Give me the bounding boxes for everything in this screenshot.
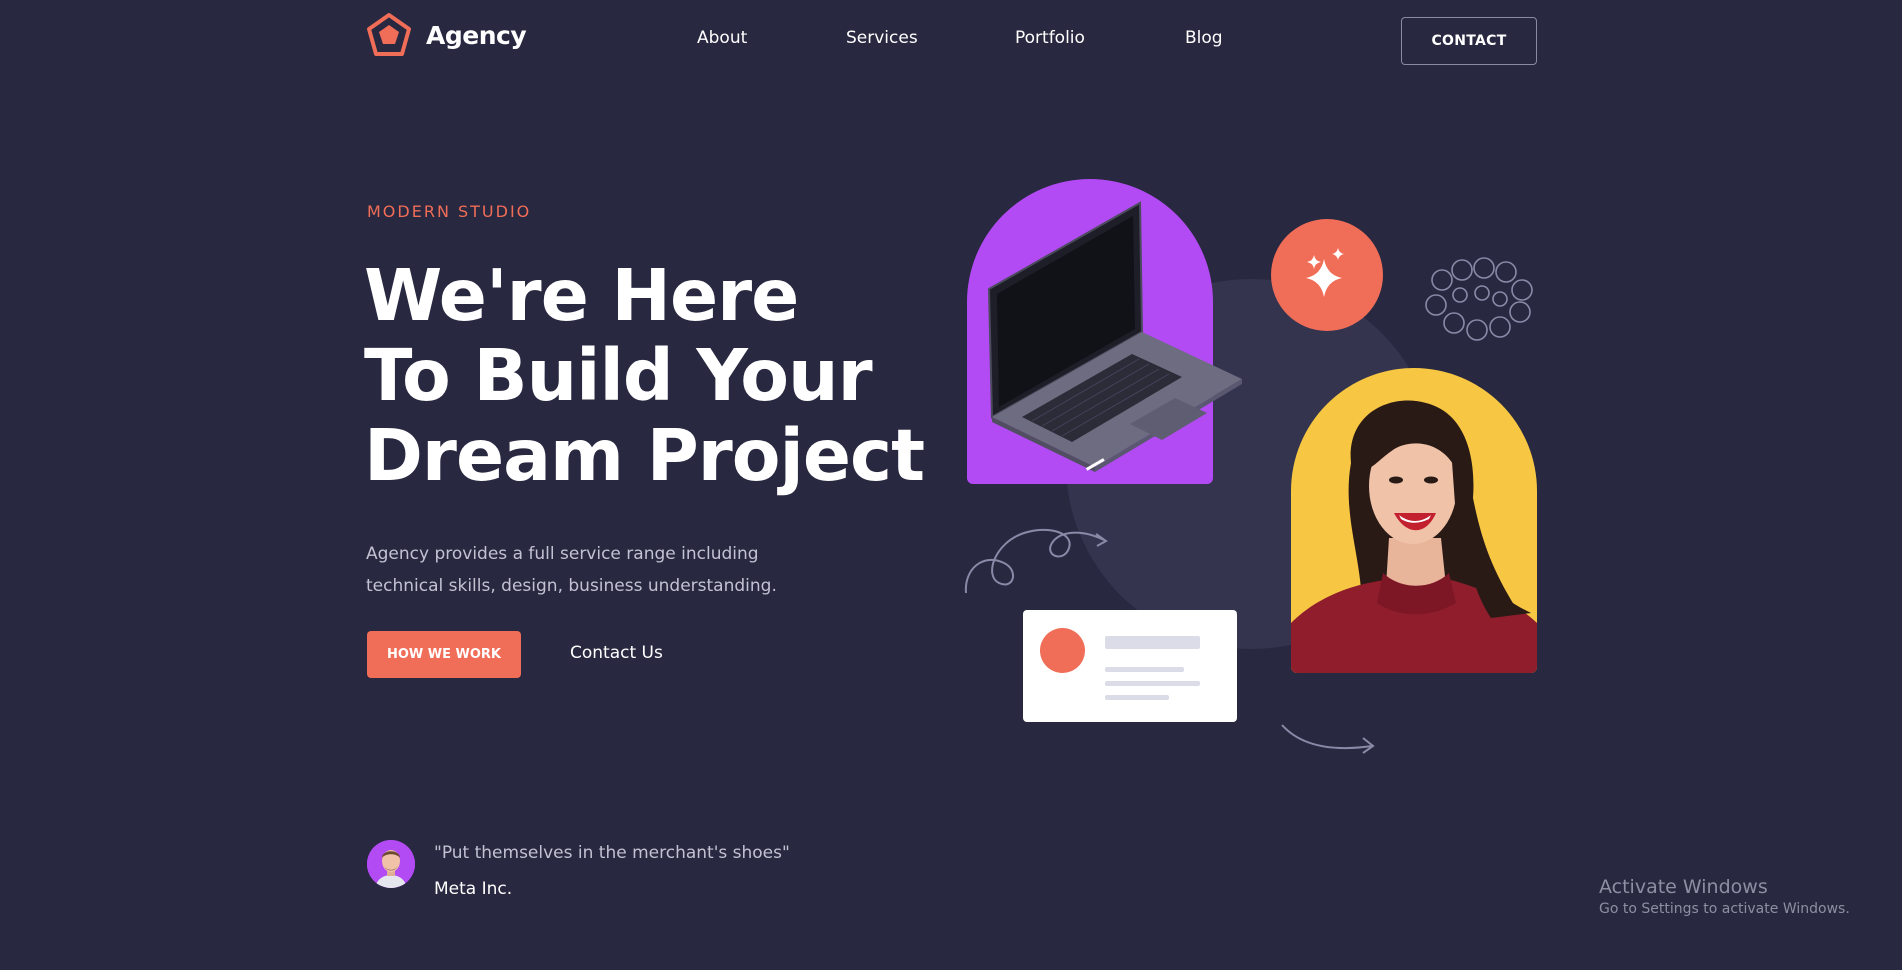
scribble-cloud-decoration <box>1425 257 1533 341</box>
laptop-image <box>987 201 1242 472</box>
hero-title-line-3: Dream Project <box>364 414 925 497</box>
hero-description: Agency provides a full service range inc… <box>366 544 777 596</box>
card-avatar-dot <box>1040 628 1085 673</box>
profile-placeholder-card <box>1023 610 1237 722</box>
contact-us-link[interactable]: Contact Us <box>570 643 663 663</box>
nav-portfolio[interactable]: Portfolio <box>1015 28 1085 48</box>
how-we-work-button[interactable]: HOW WE WORK <box>367 631 521 678</box>
activate-windows-subtitle: Go to Settings to activate Windows. <box>1599 901 1850 917</box>
card-text-line <box>1105 681 1200 686</box>
swirl-decoration <box>964 528 1108 594</box>
site-header: Agency About Services Portfolio Blog CON… <box>0 0 1902 80</box>
sparkle-badge <box>1271 219 1383 331</box>
logo-text: Agency <box>426 20 527 50</box>
contact-button[interactable]: CONTACT <box>1401 17 1537 65</box>
portrait-card <box>1291 368 1537 673</box>
man-avatar-icon <box>367 840 415 888</box>
laptop-card <box>967 179 1242 484</box>
pentagon-logo-icon <box>367 13 411 56</box>
hero-title: We're Here To Build Your Dream Project <box>364 254 925 497</box>
hero-title-line-2: To Build Your <box>364 334 873 417</box>
testimonial-quote: "Put themselves in the merchant's shoes" <box>434 843 790 863</box>
testimonial-avatar <box>367 840 415 888</box>
hero-title-line-1: We're Here <box>364 254 799 337</box>
arrow-decoration <box>1281 724 1375 754</box>
nav-about[interactable]: About <box>697 28 747 48</box>
testimonial-company: Meta Inc. <box>434 879 513 899</box>
activate-windows-title: Activate Windows <box>1599 876 1768 898</box>
nav-blog[interactable]: Blog <box>1185 28 1223 48</box>
sparkle-icon <box>1306 248 1344 297</box>
nav-services[interactable]: Services <box>846 28 918 48</box>
card-text-line <box>1105 695 1169 700</box>
card-title-line <box>1105 636 1200 649</box>
logo-link[interactable]: Agency <box>366 12 527 58</box>
smiling-woman-photo <box>1291 400 1537 673</box>
card-text-line <box>1105 667 1184 672</box>
hero-eyebrow: MODERN STUDIO <box>367 202 532 221</box>
